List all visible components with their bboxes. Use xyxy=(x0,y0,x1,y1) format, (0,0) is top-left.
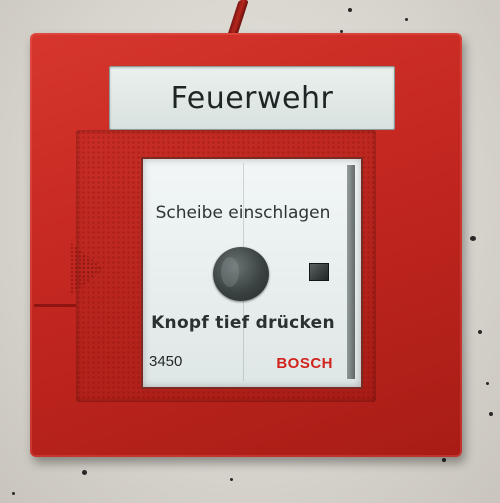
wall-speck xyxy=(348,8,352,12)
instruction-break-glass: Scheibe einschlagen xyxy=(155,203,331,223)
status-indicator xyxy=(309,263,329,281)
brand-logo: BOSCH xyxy=(276,355,333,372)
glass-panel[interactable]: Scheibe einschlagen Knopf tief drücken 3… xyxy=(141,157,363,389)
wall-speck xyxy=(489,412,493,416)
wall-speck xyxy=(230,478,233,481)
wall-speck xyxy=(12,492,15,495)
wall-speck xyxy=(478,330,482,334)
instruction-press-button: Knopf tief drücken xyxy=(151,313,335,333)
wall-speck xyxy=(82,470,87,475)
wall-speck xyxy=(470,236,476,241)
label-plate: Feuerwehr xyxy=(109,66,395,130)
wall-speck xyxy=(405,18,408,21)
alarm-push-button[interactable] xyxy=(213,247,269,301)
label-plate-text: Feuerwehr xyxy=(170,80,334,116)
model-number: 3450 xyxy=(149,353,183,370)
wall-speck xyxy=(442,458,446,462)
glass-edge xyxy=(347,165,355,379)
wall-speck xyxy=(486,382,489,385)
